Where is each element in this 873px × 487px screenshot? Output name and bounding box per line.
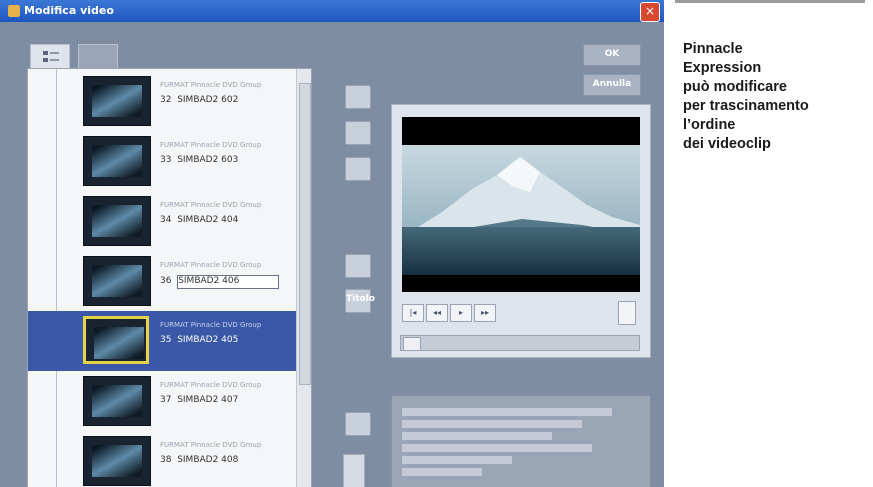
title-bar: Modifica video × <box>0 0 664 22</box>
clip-number-name: 35 SIMBAD2 405 <box>160 335 238 345</box>
timeline-handle[interactable] <box>403 337 421 351</box>
clip-number-name: 34 SIMBAD2 404 <box>160 215 238 225</box>
close-button[interactable]: × <box>640 2 660 22</box>
clip-number-name: 33 SIMBAD2 603 <box>160 155 238 165</box>
clip-type-label: FURMAT Pinnacle DVD Group <box>160 381 262 389</box>
title-button[interactable]: Titolo <box>345 289 375 313</box>
cancel-button-label: Annulla <box>592 79 632 89</box>
clip-name: SIMBAD2 405 <box>177 335 239 345</box>
clip-item[interactable]: FURMAT Pinnacle DVD Group 37 SIMBAD2 407 <box>28 371 296 431</box>
clip-number: 33 <box>160 155 172 165</box>
clip-item[interactable]: FURMAT Pinnacle DVD Group 33 SIMBAD2 603 <box>28 131 296 191</box>
cancel-button[interactable]: Annulla <box>583 74 641 96</box>
split-clip-button[interactable] <box>345 85 371 109</box>
clip-thumbnail <box>83 436 151 486</box>
clip-name: SIMBAD2 602 <box>177 95 239 105</box>
clip-name: SIMBAD2 406 <box>178 276 240 286</box>
clip-thumbnail <box>83 376 151 426</box>
clip-list[interactable]: FURMAT Pinnacle DVD Group 32 SIMBAD2 602… <box>27 68 312 487</box>
timeline-view-tab[interactable] <box>78 44 118 69</box>
combine-clips-button[interactable] <box>345 121 371 145</box>
window-title: Modifica video <box>24 4 114 17</box>
app-icon <box>8 5 20 17</box>
title-text-icon: Titolo <box>346 294 375 304</box>
clip-number: 34 <box>160 215 172 225</box>
clip-thumbnail <box>83 196 151 246</box>
clip-number: 38 <box>160 455 172 465</box>
clip-number: 35 <box>160 335 172 345</box>
clip-type-label: FURMAT Pinnacle DVD Group <box>160 141 262 149</box>
preview-timeline-slider[interactable] <box>400 335 640 351</box>
clip-number: 37 <box>160 395 172 405</box>
clip-item[interactable]: FURMAT Pinnacle DVD Group 38 SIMBAD2 408 <box>28 431 296 487</box>
clip-name: SIMBAD2 408 <box>177 455 239 465</box>
scrollbar-thumb[interactable] <box>299 83 311 385</box>
clip-thumbnail <box>83 316 149 364</box>
fast-forward-button[interactable]: ▸▸ <box>474 304 496 322</box>
trash-icon[interactable] <box>343 454 365 487</box>
clip-type-label: FURMAT Pinnacle DVD Group <box>160 261 262 269</box>
caption-panel: Pinnacle Expression può modificare per t… <box>675 0 873 487</box>
trim-button[interactable] <box>345 157 371 181</box>
clip-number-name: 32 SIMBAD2 602 <box>160 95 238 105</box>
clip-thumbnail <box>83 76 151 126</box>
clip-type-label: FURMAT Pinnacle DVD Group <box>160 321 262 329</box>
clip-thumbnail <box>83 256 151 306</box>
rewind-button[interactable]: ◂◂ <box>426 304 448 322</box>
play-button[interactable]: ▸ <box>450 304 472 322</box>
clip-thumbnail <box>83 136 151 186</box>
clip-number-name: 38 SIMBAD2 408 <box>160 455 238 465</box>
clip-number: 32 <box>160 95 172 105</box>
caption-text: Pinnacle Expression può modificare per t… <box>683 41 809 152</box>
clip-type-label: FURMAT Pinnacle DVD Group <box>160 441 262 449</box>
clip-type-label: FURMAT Pinnacle DVD Group <box>160 81 262 89</box>
video-preview-screen[interactable] <box>402 117 640 292</box>
frame-stepper[interactable] <box>618 301 636 325</box>
caption-divider <box>675 0 865 3</box>
clip-rename-field[interactable]: SIMBAD2 406 <box>177 275 280 289</box>
clip-item[interactable]: FURMAT Pinnacle DVD Group 36 SIMBAD2 406 <box>28 251 296 311</box>
clip-list-scrollbar[interactable] <box>296 69 311 487</box>
clip-type-label: FURMAT Pinnacle DVD Group <box>160 201 262 209</box>
edit-video-window: Modifica video × OK Annulla FURMAT Pinna… <box>0 0 664 487</box>
ok-button[interactable]: OK <box>583 44 641 66</box>
storyboard-view-tab[interactable] <box>30 44 70 69</box>
storyboard-view-icon <box>43 51 59 62</box>
effects-button[interactable] <box>345 254 371 278</box>
properties-button[interactable] <box>345 412 371 436</box>
clip-item[interactable]: FURMAT Pinnacle DVD Group 32 SIMBAD2 602 <box>28 71 296 131</box>
go-to-start-button[interactable]: |◂ <box>402 304 424 322</box>
clip-number: 36 <box>160 276 172 286</box>
clip-number-name: 37 SIMBAD2 407 <box>160 395 238 405</box>
ok-button-label: OK <box>604 49 620 59</box>
clip-name: SIMBAD2 407 <box>177 395 239 405</box>
clip-item-selected[interactable]: FURMAT Pinnacle DVD Group 35 SIMBAD2 405 <box>28 311 296 371</box>
clip-name: SIMBAD2 603 <box>177 155 239 165</box>
clip-info-panel <box>391 395 651 487</box>
clip-item[interactable]: FURMAT Pinnacle DVD Group 34 SIMBAD2 404 <box>28 191 296 251</box>
clip-name: SIMBAD2 404 <box>177 215 239 225</box>
clip-number-name: 36 SIMBAD2 406 <box>160 275 280 289</box>
video-preview-panel: |◂ ◂◂ ▸ ▸▸ <box>391 104 651 358</box>
